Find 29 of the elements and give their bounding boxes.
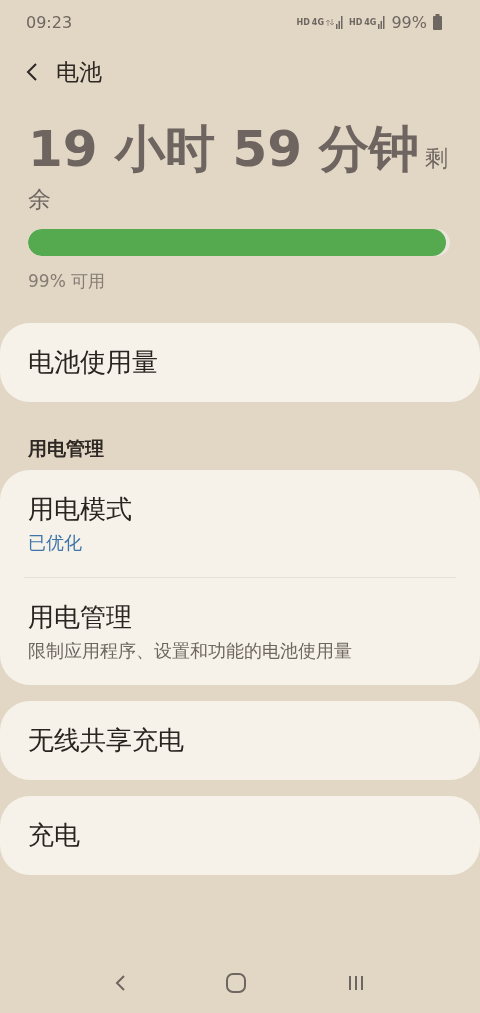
settings-item[interactable]: 用电管理 限制应用程序、设置和功能的电池使用量	[24, 576, 456, 685]
settings-item[interactable]: 无线共享充电	[0, 700, 480, 780]
item-title: 电池使用量	[28, 345, 159, 379]
item-title: 无线共享充电	[28, 723, 185, 757]
item-value: 已优化	[28, 530, 83, 555]
data-arrows-icon	[325, 18, 334, 26]
network-type: 4G	[311, 17, 324, 27]
recent-apps-icon[interactable]	[346, 974, 366, 992]
home-icon[interactable]	[226, 973, 246, 993]
item-title: 充电	[28, 818, 81, 852]
item-subtitle: 限制应用程序、设置和功能的电池使用量	[28, 638, 353, 663]
page-title: 电池	[56, 57, 102, 87]
signal-icon	[335, 15, 343, 29]
battery-icon	[433, 14, 442, 30]
signal-icon	[378, 15, 386, 29]
settings-item[interactable]: 电池使用量	[0, 322, 480, 402]
available-percent: 99% 可用	[28, 269, 107, 293]
item-title: 用电模式	[28, 492, 133, 526]
hd-label: HD	[348, 17, 363, 27]
item-title: 用电管理	[28, 600, 133, 634]
status-time: 09:23	[26, 12, 73, 32]
hd-label: HD	[296, 17, 310, 27]
settings-item[interactable]: 用电模式 已优化	[0, 469, 480, 577]
settings-item[interactable]: 充电	[0, 795, 480, 875]
time-remaining: 19 小时 59 分钟 剩余	[28, 119, 450, 214]
back-icon[interactable]	[26, 62, 38, 82]
section-heading: 用电管理	[27, 435, 105, 461]
network-type: 4G	[364, 17, 377, 27]
battery-percent: 99%	[391, 12, 427, 32]
